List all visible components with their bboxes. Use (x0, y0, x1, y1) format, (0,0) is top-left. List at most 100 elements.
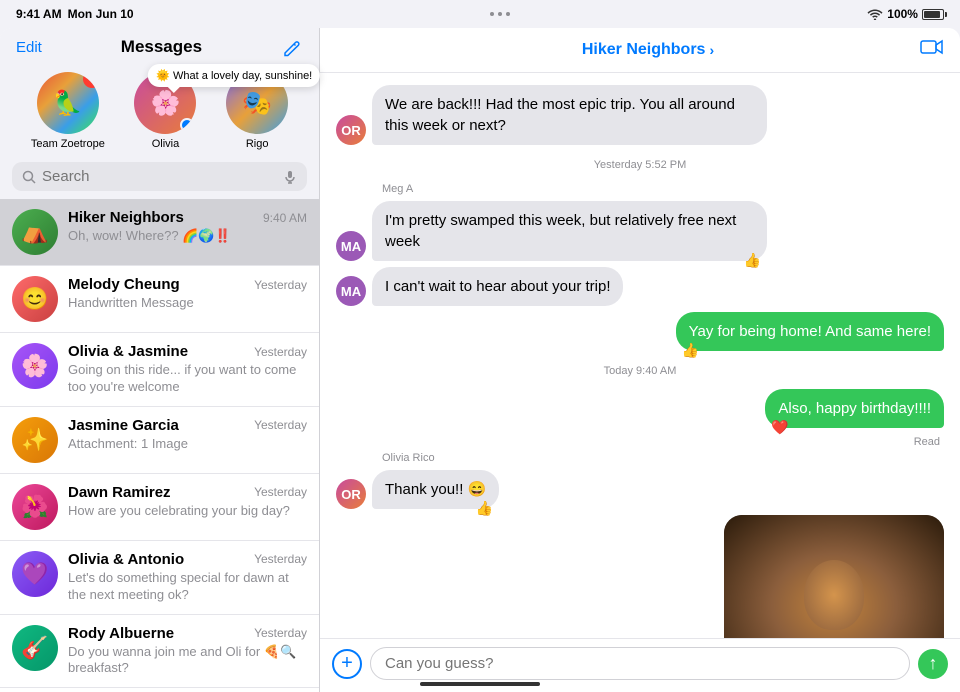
jasmine-garcia-header: Jasmine Garcia Yesterday (68, 417, 307, 434)
pinned-contacts-row: 🦜 6 Team Zoetrope 🌞 What a lovely day, s… (0, 64, 319, 162)
message-input[interactable] (370, 647, 910, 680)
add-icon: + (341, 652, 353, 675)
conversation-dawn-ramirez[interactable]: 🌺 Dawn Ramirez Yesterday How are you cel… (0, 474, 319, 541)
status-bar-left: 9:41 AM Mon Jun 10 (16, 7, 134, 21)
team-zoetrope-badge: 6 (83, 72, 99, 88)
battery-percent: 100% (887, 7, 918, 21)
conversation-list: ⛺ Hiker Neighbors 9:40 AM Oh, wow! Where… (0, 199, 319, 692)
bubble-2: I'm pretty swamped this week, but relati… (372, 201, 767, 261)
sidebar-title: Messages (42, 37, 281, 57)
pinned-contact-olivia[interactable]: 🌞 What a lovely day, sunshine! 🌸 Olivia (134, 72, 196, 150)
search-input[interactable] (42, 168, 277, 185)
bubble-5: Also, happy birthday!!!! ❤️ (765, 389, 944, 428)
app-container: Edit Messages 🦜 6 Team Zoetrope � (0, 28, 960, 692)
olivia-antonio-preview: Let's do something special for dawn at t… (68, 570, 307, 604)
melody-preview: Handwritten Message (68, 295, 307, 310)
status-time: 9:41 AM (16, 7, 62, 21)
sidebar-header: Edit Messages (0, 28, 319, 64)
olivia-jasmine-preview: Going on this ride... if you want to com… (68, 362, 307, 396)
chat-title-group[interactable]: Hiker Neighbors › (582, 41, 714, 59)
dot3 (506, 12, 510, 16)
status-date: Mon Jun 10 (68, 7, 134, 21)
msg-avatar-ma-2: MA (336, 276, 366, 306)
edit-button[interactable]: Edit (16, 39, 42, 56)
input-area: + ↑ (320, 638, 960, 692)
messages-container: OR We are back!!! Had the most epic trip… (320, 73, 960, 638)
photo-bubble (724, 515, 944, 638)
read-label: Read (336, 436, 940, 448)
bubble-4: Yay for being home! And same here! 👍 (676, 312, 944, 351)
olivia-antonio-content: Olivia & Antonio Yesterday Let's do some… (68, 551, 307, 604)
olivia-unread-dot (180, 118, 194, 132)
dawn-ramirez-content: Dawn Ramirez Yesterday How are you celeb… (68, 484, 307, 520)
dot2 (498, 12, 502, 16)
message-row-3: MA I can't wait to hear about your trip! (336, 267, 944, 306)
melody-content: Melody Cheung Yesterday Handwritten Mess… (68, 276, 307, 310)
melody-header: Melody Cheung Yesterday (68, 276, 307, 293)
olivia-antonio-header: Olivia & Antonio Yesterday (68, 551, 307, 568)
compose-button[interactable] (281, 36, 303, 58)
battery-icon (922, 9, 944, 20)
bubble-6: Thank you!! 😄 👍 (372, 470, 499, 509)
send-button[interactable]: ↑ (918, 649, 948, 679)
conversation-melody-cheung[interactable]: 😊 Melody Cheung Yesterday Handwritten Me… (0, 266, 319, 333)
status-bar-center (490, 12, 510, 16)
message-row-2: MA I'm pretty swamped this week, but rel… (336, 201, 944, 261)
hiker-neighbors-avatar: ⛺ (12, 209, 58, 255)
search-icon (22, 170, 36, 184)
hiker-neighbors-content: Hiker Neighbors 9:40 AM Oh, wow! Where??… (68, 209, 307, 244)
jasmine-garcia-name: Jasmine Garcia (68, 417, 179, 434)
reaction-heart-5: ❤️ (771, 418, 788, 438)
team-zoetrope-avatar: 🦜 6 (37, 72, 99, 134)
sender-olivia-rico-1: Olivia Rico (382, 452, 944, 464)
jasmine-garcia-avatar: ✨ (12, 417, 58, 463)
compose-icon (281, 36, 303, 58)
msg-avatar-or-2: OR (336, 479, 366, 509)
reaction-thumbs-6: 👍 (476, 499, 493, 519)
olivia-jasmine-content: Olivia & Jasmine Yesterday Going on this… (68, 343, 307, 396)
conversation-jasmine-garcia[interactable]: ✨ Jasmine Garcia Yesterday Attachment: 1… (0, 407, 319, 474)
rigo-name: Rigo (246, 138, 269, 150)
hiker-neighbors-name: Hiker Neighbors (68, 209, 184, 226)
chat-title-chevron: › (709, 42, 714, 58)
rody-albuerne-header: Rody Albuerne Yesterday (68, 625, 307, 642)
video-call-button[interactable] (920, 38, 944, 62)
dawn-ramirez-preview: How are you celebrating your big day? (68, 503, 307, 520)
sender-meg: Meg A (382, 183, 944, 195)
home-indicator (420, 682, 540, 686)
message-row-5: Also, happy birthday!!!! ❤️ (336, 389, 944, 428)
melody-name: Melody Cheung (68, 276, 180, 293)
olivia-jasmine-name: Olivia & Jasmine (68, 343, 188, 360)
message-row-4: Yay for being home! And same here! 👍 (336, 312, 944, 351)
search-bar[interactable] (12, 162, 307, 191)
message-row-photo (336, 515, 944, 638)
dawn-ramirez-avatar: 🌺 (12, 484, 58, 530)
conversation-rody-albuerne[interactable]: 🎸 Rody Albuerne Yesterday Do you wanna j… (0, 615, 319, 689)
olivia-name: Olivia (152, 138, 180, 150)
dot1 (490, 12, 494, 16)
conversation-olivia-antonio[interactable]: 💜 Olivia & Antonio Yesterday Let's do so… (0, 541, 319, 615)
send-icon: ↑ (929, 653, 938, 674)
pinned-contact-team-zoetrope[interactable]: 🦜 6 Team Zoetrope (31, 72, 105, 150)
hiker-neighbors-preview: Oh, wow! Where?? 🌈🌍‼️ (68, 228, 307, 244)
timestamp-yesterday: Yesterday 5:52 PM (336, 159, 944, 171)
dawn-ramirez-name: Dawn Ramirez (68, 484, 171, 501)
chat-title-text: Hiker Neighbors (582, 41, 706, 59)
reaction-thumbs-2: 👍 (744, 251, 761, 271)
conversation-olivia-jasmine[interactable]: 🌸 Olivia & Jasmine Yesterday Going on th… (0, 333, 319, 407)
reaction-thumbs-4: 👍 (682, 341, 699, 361)
conversation-antonio-manriquez[interactable]: 🧑 Antonio Manríquez Yesterday (0, 688, 319, 692)
message-row-1: OR We are back!!! Had the most epic trip… (336, 85, 944, 145)
olivia-jasmine-avatar: 🌸 (12, 343, 58, 389)
mic-icon (283, 170, 297, 184)
status-bar: 9:41 AM Mon Jun 10 100% (0, 0, 960, 28)
conversation-hiker-neighbors[interactable]: ⛺ Hiker Neighbors 9:40 AM Oh, wow! Where… (0, 199, 319, 266)
sidebar: Edit Messages 🦜 6 Team Zoetrope � (0, 28, 320, 692)
msg-avatar-ma: MA (336, 231, 366, 261)
dawn-ramirez-time: Yesterday (254, 485, 307, 499)
jasmine-garcia-content: Jasmine Garcia Yesterday Attachment: 1 I… (68, 417, 307, 451)
add-attachment-button[interactable]: + (332, 649, 362, 679)
rody-albuerne-time: Yesterday (254, 626, 307, 640)
hiker-neighbors-header: Hiker Neighbors 9:40 AM (68, 209, 307, 226)
wifi-icon (867, 8, 883, 20)
